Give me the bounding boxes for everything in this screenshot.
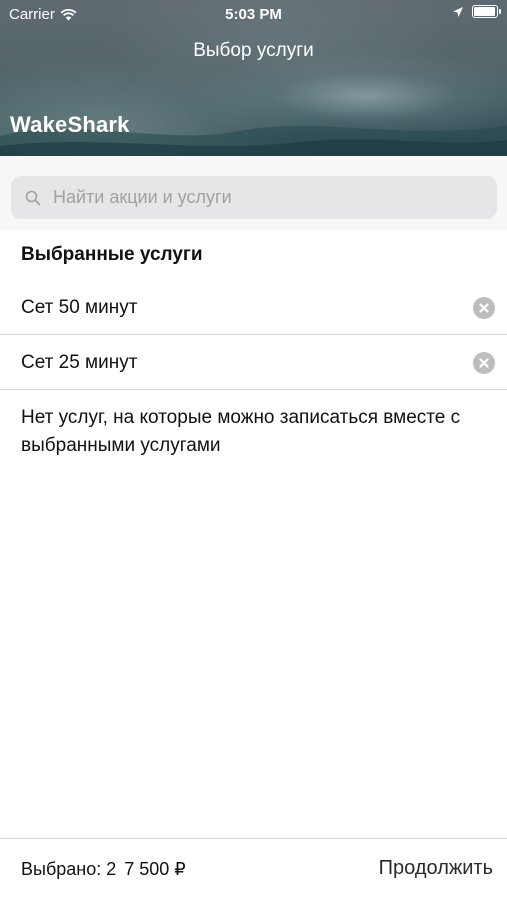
location-arrow-icon — [453, 6, 463, 17]
close-icon — [479, 357, 489, 368]
screen: Carrier 5:03 PM Выбор услуги WakeShark Н… — [0, 0, 507, 900]
page-title: Выбор услуги — [193, 40, 314, 61]
continue-button[interactable]: Продолжить — [379, 857, 493, 880]
selected-count: Выбрано: 2 — [21, 859, 117, 879]
selection-summary: Выбрано: 2 7 500 ₽ — [21, 859, 186, 880]
selected-service-row: Сет 50 минут — [0, 281, 507, 335]
search-input[interactable] — [53, 187, 453, 208]
selected-service-label: Сет 25 минут — [21, 351, 138, 373]
remove-service-button[interactable] — [473, 296, 495, 319]
status-bar: Carrier 5:03 PM — [0, 0, 507, 30]
selected-service-row: Сет 25 минут — [0, 336, 507, 390]
status-right — [452, 5, 501, 18]
no-compatible-services-note: Нет услуг, на которые можно записаться в… — [21, 407, 461, 456]
search-icon — [25, 190, 41, 206]
close-icon — [479, 302, 489, 313]
total-price: 7 500 ₽ — [124, 859, 186, 879]
battery-icon — [472, 5, 501, 18]
selected-services-title: Выбранные услуги — [21, 244, 203, 265]
header-banner: Carrier 5:03 PM Выбор услуги WakeShark — [0, 0, 507, 156]
brand-name: WakeShark — [10, 112, 130, 137]
remove-service-button[interactable] — [473, 351, 495, 374]
search-bar[interactable] — [11, 176, 497, 219]
bottom-bar: Выбрано: 2 7 500 ₽ Продолжить — [0, 838, 507, 900]
status-time: 5:03 PM — [225, 6, 282, 23]
selected-service-label: Сет 50 минут — [21, 296, 138, 318]
search-container — [0, 156, 507, 230]
